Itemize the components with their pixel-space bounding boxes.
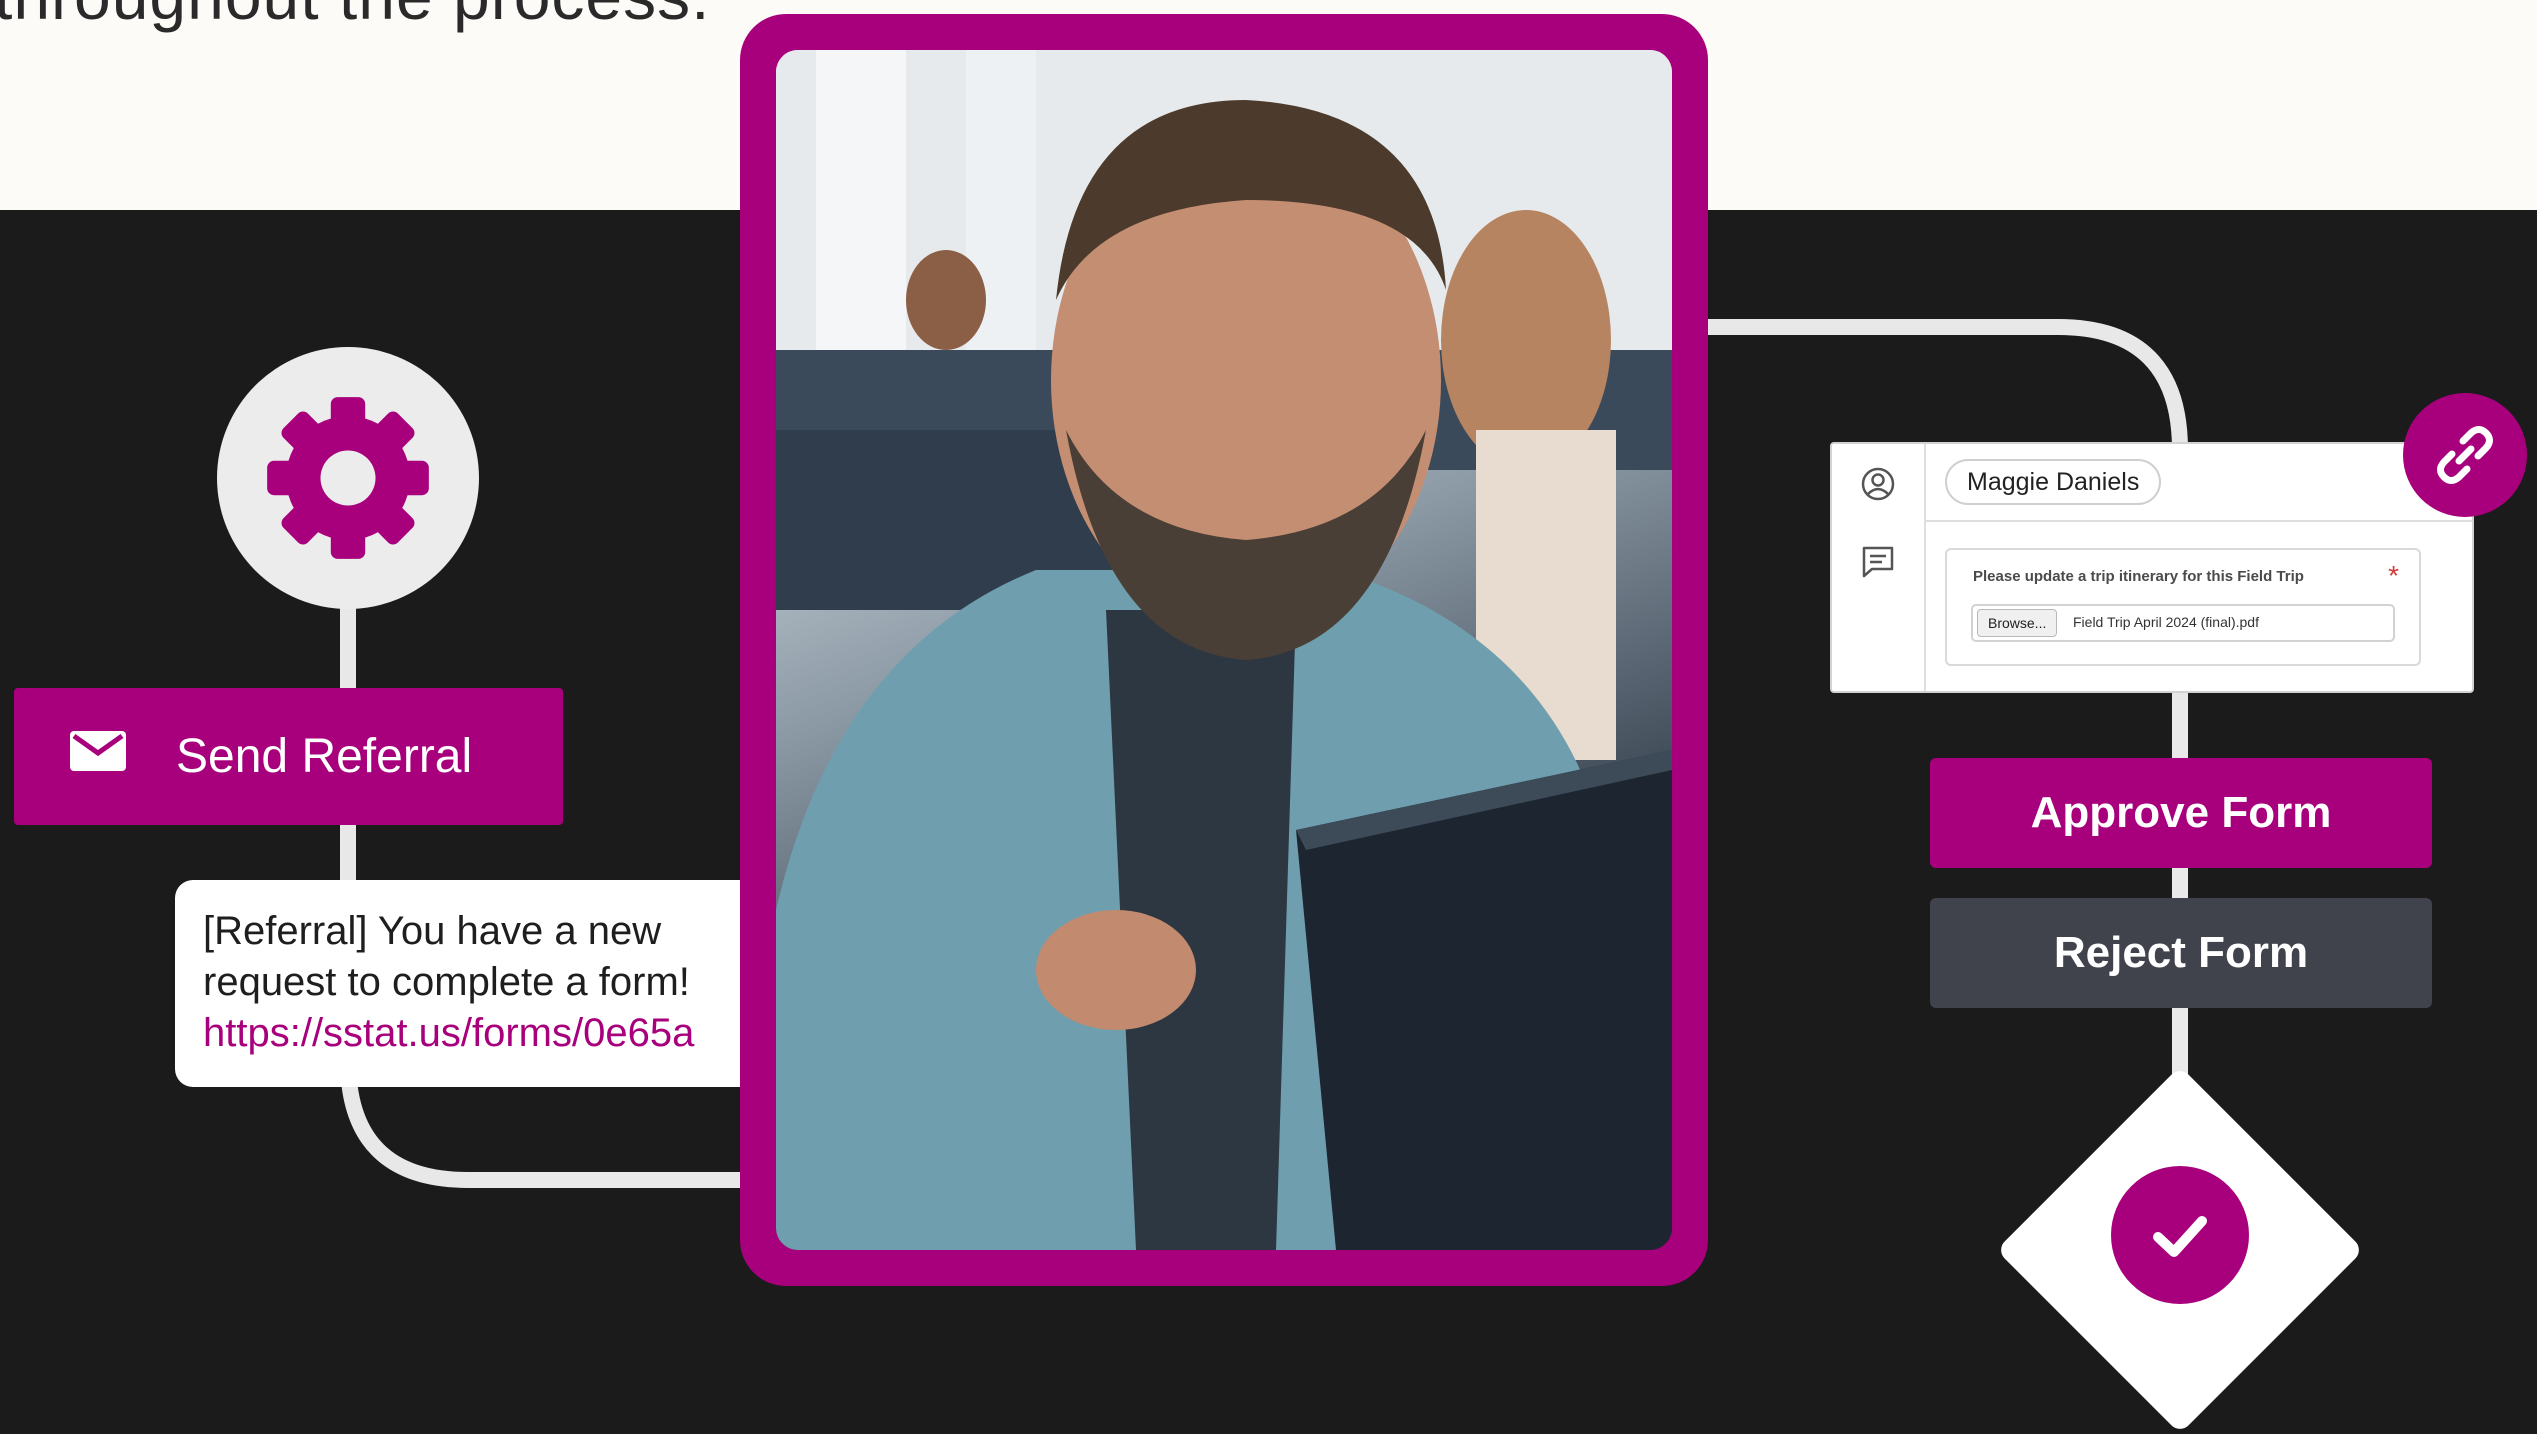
approve-form-button[interactable]: Approve Form: [1930, 758, 2432, 868]
form-card: Maggie Daniels Please update a trip itin…: [1830, 442, 2474, 693]
file-input[interactable]: Browse... Field Trip April 2024 (final).…: [1971, 604, 2395, 642]
right-connector-top: [1700, 319, 2188, 451]
link-icon[interactable]: [2403, 393, 2527, 517]
checkmark-icon: [2111, 1166, 2249, 1304]
user-icon: [1861, 467, 1895, 501]
send-referral-button[interactable]: Send Referral: [14, 688, 563, 825]
question-label: Please update a trip itinerary for this …: [1973, 568, 2304, 585]
form-card-divider: [1924, 520, 2472, 522]
message-line-2: request to complete a form!: [203, 960, 690, 1004]
comment-icon: [1862, 546, 1894, 578]
referral-message-card: [Referral] You have a new request to com…: [175, 880, 775, 1087]
send-referral-label: Send Referral: [176, 730, 473, 783]
gear-icon: [267, 397, 429, 559]
message-line-1: [Referral] You have a new: [203, 909, 662, 953]
selected-file-name: Field Trip April 2024 (final).pdf: [2073, 614, 2259, 630]
office-worker-photo: [776, 50, 1672, 1250]
file-upload-question: Please update a trip itinerary for this …: [1945, 548, 2421, 666]
photo-frame: [740, 14, 1708, 1286]
referral-link[interactable]: https://sstat.us/forms/0e65a: [203, 1008, 775, 1059]
mail-icon: [70, 730, 142, 783]
automation-gear: [217, 347, 479, 609]
reject-form-button[interactable]: Reject Form: [1930, 898, 2432, 1008]
browse-button[interactable]: Browse...: [1977, 609, 2058, 637]
assignee-chip[interactable]: Maggie Daniels: [1945, 459, 2162, 505]
required-indicator: *: [2388, 560, 2399, 591]
